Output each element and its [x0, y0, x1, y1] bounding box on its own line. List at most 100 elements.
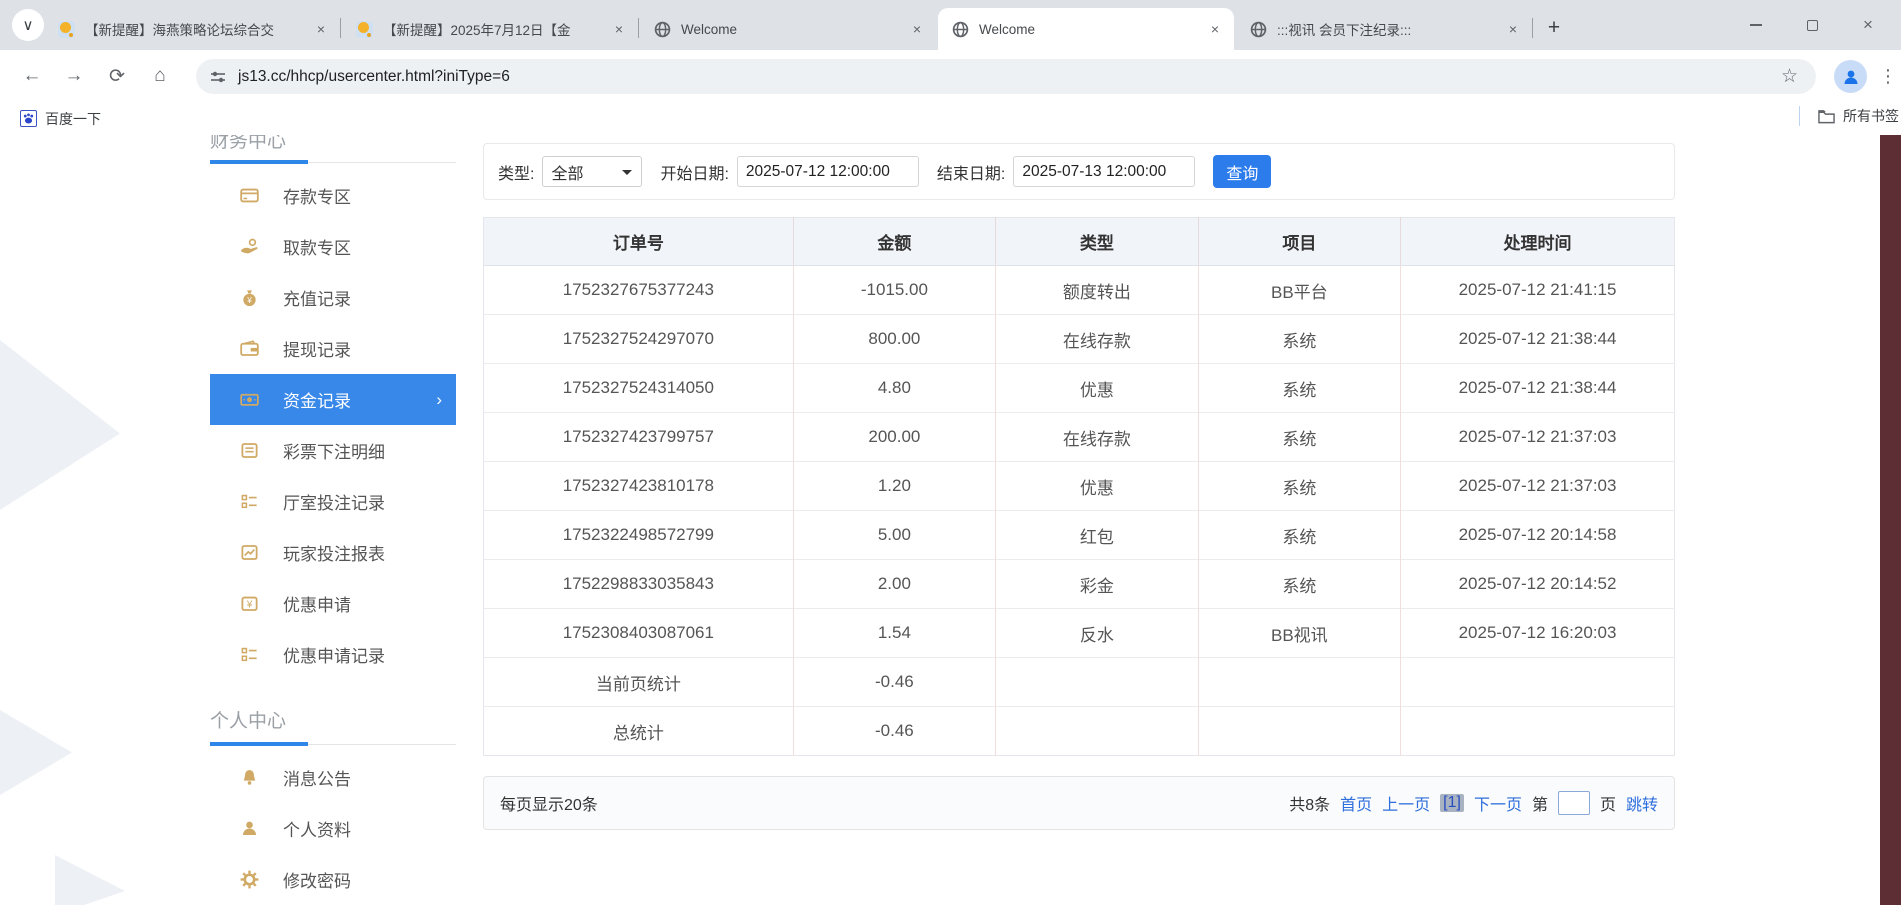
summary-row-total: 总统计 -0.46: [484, 707, 1675, 756]
svg-text:¥: ¥: [246, 600, 253, 611]
tab-close-icon[interactable]: ×: [1206, 20, 1224, 38]
cell-time: 2025-07-12 21:38:44: [1401, 315, 1675, 364]
table-row: 1752327423810178 1.20 优惠 系统 2025-07-12 2…: [484, 462, 1675, 511]
reload-button[interactable]: ⟳: [99, 58, 135, 94]
tab-close-icon[interactable]: ×: [1504, 20, 1522, 38]
first-page-link[interactable]: 首页: [1340, 791, 1372, 815]
summary-label: 当前页统计: [484, 658, 794, 707]
cell-time: 2025-07-12 20:14:58: [1401, 511, 1675, 560]
table-row: 1752327675377243 -1015.00 额度转出 BB平台 2025…: [484, 266, 1675, 315]
sidebar-item-promo-apply[interactable]: ¥ 优惠申请: [210, 578, 456, 629]
table-row: 1752298833035843 2.00 彩金 系统 2025-07-12 2…: [484, 560, 1675, 609]
tab-title: Welcome: [979, 22, 1200, 37]
column-header-time: 处理时间: [1401, 218, 1675, 266]
tab-close-icon[interactable]: ×: [908, 20, 926, 38]
empty-cell: [1198, 658, 1400, 707]
end-date-input[interactable]: [1013, 156, 1195, 187]
sidebar-item-player-bet-report[interactable]: 玩家投注报表: [210, 527, 456, 578]
home-button[interactable]: ⌂: [142, 58, 178, 94]
cell-order-id: 1752327423799757: [484, 413, 794, 462]
pager-controls: 共8条 首页 上一页 [1] 下一页 第 页 跳转: [1289, 791, 1658, 815]
window-minimize-button[interactable]: [1743, 12, 1769, 38]
prev-page-link[interactable]: 上一页: [1382, 791, 1430, 815]
tab-search-button[interactable]: ∨: [12, 9, 44, 41]
cell-type: 在线存款: [996, 315, 1198, 364]
start-date-input[interactable]: [737, 156, 919, 187]
total-count-text: 共8条: [1289, 791, 1330, 815]
url-text: js13.cc/hhcp/usercenter.html?iniType=6: [238, 68, 1781, 86]
tab-video-records[interactable]: :::视讯 会员下注纪录::: ×: [1236, 8, 1532, 50]
cell-project: 系统: [1198, 462, 1400, 511]
window-close-button[interactable]: ×: [1855, 12, 1881, 38]
sidebar-section-personal: 个人中心: [210, 706, 456, 746]
jump-link[interactable]: 跳转: [1626, 791, 1658, 815]
bookmark-star-icon[interactable]: ☆: [1781, 65, 1798, 88]
sidebar-item-label: 资金记录: [283, 387, 351, 412]
cell-type: 反水: [996, 609, 1198, 658]
sidebar-item-profile[interactable]: 个人资料: [210, 803, 456, 854]
tab-close-icon[interactable]: ×: [610, 20, 628, 38]
sidebar-item-label: 彩票下注明细: [283, 438, 385, 463]
tab-title: 【新提醒】2025年7月12日【金: [383, 19, 604, 39]
empty-cell: [1401, 658, 1675, 707]
maximize-icon: [1807, 20, 1818, 31]
section-title: 个人中心: [210, 706, 456, 733]
browser-menu-button[interactable]: ⋮: [1878, 58, 1898, 94]
table-row: 1752327524314050 4.80 优惠 系统 2025-07-12 2…: [484, 364, 1675, 413]
sidebar-item-messages[interactable]: 消息公告: [210, 752, 456, 803]
sidebar-item-withdraw-zone[interactable]: 取款专区: [210, 221, 456, 272]
cell-time: 2025-07-12 16:20:03: [1401, 609, 1675, 658]
sidebar-item-promo-apply-records[interactable]: 优惠申请记录: [210, 629, 456, 680]
deposit-card-icon: [240, 186, 259, 205]
cell-type: 彩金: [996, 560, 1198, 609]
address-bar[interactable]: js13.cc/hhcp/usercenter.html?iniType=6 ☆: [196, 59, 1816, 94]
profile-avatar[interactable]: [1834, 60, 1867, 93]
tab-welcome-2-active[interactable]: Welcome ×: [938, 8, 1234, 50]
current-page-badge: [1]: [1440, 794, 1464, 812]
sidebar-item-label: 优惠申请记录: [283, 642, 385, 667]
page-label-pre: 第: [1532, 791, 1548, 815]
sidebar-item-lottery-bet-details[interactable]: 彩票下注明细: [210, 425, 456, 476]
section-title: 财务中心: [210, 135, 456, 153]
sidebar-item-deposit-zone[interactable]: 存款专区: [210, 170, 456, 221]
folder-icon: [1818, 109, 1835, 124]
column-header-project: 项目: [1198, 218, 1400, 266]
bookmarks-bar: 百度一下 所有书签: [0, 102, 1901, 135]
person-icon: [1841, 67, 1861, 87]
back-button[interactable]: ←: [14, 58, 50, 94]
window-maximize-button[interactable]: [1799, 12, 1825, 38]
page-jump-input[interactable]: [1558, 791, 1590, 815]
bookmark-baidu[interactable]: 百度一下: [20, 109, 101, 129]
summary-amount: -0.46: [793, 658, 995, 707]
forward-button[interactable]: →: [56, 58, 92, 94]
sidebar-item-change-password[interactable]: 修改密码: [210, 854, 456, 905]
wallet-icon: [240, 339, 259, 358]
sidebar-section-finance: 财务中心: [210, 135, 456, 159]
tab-forum-2[interactable]: 【新提醒】2025年7月12日【金 ×: [342, 8, 638, 50]
pagination-bar: 每页显示20条 共8条 首页 上一页 [1] 下一页 第 页 跳转: [483, 776, 1675, 830]
chevron-right-icon: ›: [436, 390, 442, 410]
all-bookmarks-button[interactable]: 所有书签: [1799, 106, 1901, 126]
next-page-link[interactable]: 下一页: [1474, 791, 1522, 815]
cell-order-id: 1752327675377243: [484, 266, 794, 315]
table-row: 1752322498572799 5.00 红包 系统 2025-07-12 2…: [484, 511, 1675, 560]
cell-order-id: 1752298833035843: [484, 560, 794, 609]
three-dots-icon: ⋮: [1879, 66, 1897, 87]
type-select[interactable]: 全部: [542, 156, 642, 187]
search-button[interactable]: 查询: [1213, 155, 1271, 188]
sidebar-item-recharge-records[interactable]: ¥ 充值记录: [210, 272, 456, 323]
summary-label: 总统计: [484, 707, 794, 756]
sidebar-item-hall-bet-records[interactable]: 厅室投注记录: [210, 476, 456, 527]
cell-amount: 1.54: [793, 609, 995, 658]
tab-welcome-1[interactable]: Welcome ×: [640, 8, 936, 50]
new-tab-button[interactable]: +: [1540, 14, 1568, 42]
bell-icon: [240, 768, 259, 787]
baidu-paw-icon: [20, 110, 37, 127]
tab-forum-1[interactable]: 【新提醒】海燕策略论坛综合交 ×: [44, 8, 340, 50]
sidebar-item-withdrawal-records[interactable]: 提现记录: [210, 323, 456, 374]
list-icon: [240, 645, 259, 664]
sidebar-item-fund-records[interactable]: 资金记录 ›: [210, 374, 456, 425]
gift-icon: ¥: [240, 594, 259, 613]
tab-close-icon[interactable]: ×: [312, 20, 330, 38]
user-center-sidebar: 财务中心 存款专区 取款专区 ¥ 充值记录 提现记录 资金记录 › 彩票下注明细: [210, 135, 456, 905]
